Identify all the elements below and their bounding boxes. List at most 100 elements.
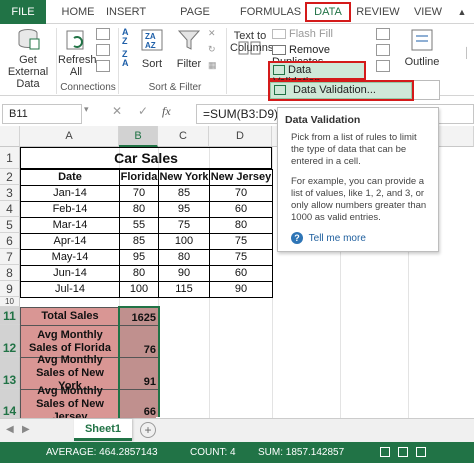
tab-file[interactable]: FILE (0, 0, 46, 24)
refresh-all-button[interactable]: Refresh All (58, 26, 97, 80)
enter-icon[interactable]: ✓ (138, 104, 148, 118)
data-validation-button[interactable]: Data Validation▾ (268, 61, 366, 88)
normal-view-icon[interactable] (380, 447, 390, 457)
tab-home[interactable]: HOME (58, 0, 98, 24)
tooltip-description: Pick from a list of rules to limit the t… (291, 132, 417, 167)
name-box[interactable]: B11 (2, 104, 82, 124)
summary-value[interactable]: 66 (119, 389, 159, 420)
text-to-columns-button[interactable]: Text to Columns (230, 26, 273, 80)
summary-label[interactable]: Total Sales (20, 307, 120, 326)
clear-filter-icon[interactable]: ✕ (208, 28, 220, 38)
table-cell[interactable]: 100 (158, 233, 210, 250)
table-cell[interactable]: 90 (158, 265, 210, 282)
row-header[interactable]: 3 (0, 185, 20, 201)
summary-value[interactable]: 91 (119, 357, 159, 390)
page-layout-view-icon[interactable] (398, 447, 408, 457)
row-header[interactable]: 1 (0, 147, 20, 169)
row-header[interactable]: 5 (0, 217, 20, 233)
page-break-view-icon[interactable] (416, 447, 426, 457)
outline-icon (411, 29, 433, 51)
row-header[interactable]: 2 (0, 169, 20, 185)
insert-function-icon[interactable]: fx (162, 104, 171, 119)
table-cell[interactable]: Jan-14 (20, 185, 120, 202)
filter-label: Filter (176, 58, 202, 70)
advanced-filter-icon[interactable]: ▦ (208, 60, 220, 70)
name-box-dropdown-icon[interactable]: ▾ (84, 104, 89, 115)
table-cell[interactable]: 85 (119, 233, 159, 250)
table-cell[interactable]: 60 (209, 265, 273, 282)
reapply-filter-icon[interactable]: ↻ (208, 44, 220, 54)
flash-fill-button[interactable]: Flash Fill (272, 28, 372, 42)
row-header[interactable]: 10 (0, 297, 20, 307)
table-cell[interactable]: 80 (119, 201, 159, 218)
table-cell[interactable]: 70 (209, 185, 273, 202)
outline-button[interactable]: Outline (400, 26, 444, 80)
table-cell[interactable]: Feb-14 (20, 201, 120, 218)
column-header-b[interactable]: B (119, 126, 158, 147)
tab-insert[interactable]: INSERT (106, 0, 146, 24)
table-cell[interactable]: Mar-14 (20, 217, 120, 234)
previous-sheet-icon[interactable]: ◀ (6, 424, 14, 435)
table-cell[interactable]: 75 (209, 233, 273, 250)
refresh-all-label: Refresh All (58, 54, 97, 78)
add-sheet-icon[interactable]: + (140, 422, 156, 438)
table-cell[interactable]: 95 (119, 249, 159, 266)
row-header[interactable]: 11 (0, 307, 20, 325)
cancel-icon[interactable]: ✕ (112, 104, 122, 118)
table-cell[interactable]: 100 (119, 281, 159, 298)
table-cell[interactable]: 90 (209, 281, 273, 298)
table-cell[interactable]: Jun-14 (20, 265, 120, 282)
tab-page-layout[interactable]: PAGE LAYOUT (158, 0, 232, 42)
summary-value[interactable]: 76 (119, 325, 159, 358)
table-cell[interactable]: 60 (209, 201, 273, 218)
filter-button[interactable]: Filter (174, 26, 204, 80)
row-header[interactable]: 9 (0, 281, 20, 297)
row-header[interactable]: 6 (0, 233, 20, 249)
table-cell[interactable]: 85 (158, 185, 210, 202)
what-if-icon[interactable] (376, 44, 390, 56)
row-header[interactable]: 4 (0, 201, 20, 217)
tab-review[interactable]: REVIEW (356, 0, 400, 24)
column-header-a[interactable]: A (20, 126, 119, 147)
table-cell[interactable]: May-14 (20, 249, 120, 266)
consolidate-icon[interactable] (376, 28, 390, 40)
refresh-icon (66, 30, 84, 50)
ribbon-overflow-icon[interactable]: ▲ (452, 0, 472, 24)
table-cell[interactable]: 80 (119, 265, 159, 282)
table-cell[interactable]: Apr-14 (20, 233, 120, 250)
table-cell[interactable]: 80 (158, 249, 210, 266)
connections-icon[interactable] (96, 28, 110, 40)
column-header-d[interactable]: D (209, 126, 272, 147)
summary-label[interactable]: Avg Monthly Sales of New Jersey (20, 385, 120, 423)
row-header[interactable]: 13 (0, 357, 20, 389)
table-cell[interactable]: Jul-14 (20, 281, 120, 298)
relationships-icon[interactable] (376, 60, 390, 72)
tab-view[interactable]: VIEW (410, 0, 446, 24)
summary-value[interactable]: 1625 (119, 307, 159, 326)
filter-icon (177, 30, 201, 50)
remove-duplicates-button[interactable]: Remove Duplicates (272, 44, 372, 68)
flash-fill-label: Flash Fill (289, 28, 334, 40)
table-cell[interactable]: 75 (158, 217, 210, 234)
row-header[interactable]: 8 (0, 265, 20, 281)
row-header[interactable]: 12 (0, 325, 20, 357)
table-cell[interactable]: 75 (209, 249, 273, 266)
get-external-data-button[interactable]: Get External Data (2, 26, 54, 90)
next-sheet-icon[interactable]: ▶ (22, 424, 30, 435)
sheet-tab-sheet1[interactable]: Sheet1 (74, 419, 132, 441)
tab-formulas[interactable]: FORMULAS (240, 0, 301, 24)
row-header[interactable]: 14 (0, 389, 20, 419)
sort-button[interactable]: ZA AZ Sort (138, 26, 166, 80)
table-cell[interactable]: 95 (158, 201, 210, 218)
table-cell[interactable]: 70 (119, 185, 159, 202)
properties-icon[interactable] (96, 44, 110, 56)
tell-me-more-link[interactable]: ? Tell me more (291, 232, 431, 245)
table-cell[interactable]: 55 (119, 217, 159, 234)
row-header[interactable]: 7 (0, 249, 20, 265)
edit-links-icon[interactable] (96, 60, 110, 72)
scroll-right-icon[interactable]: │ (464, 48, 470, 59)
table-cell[interactable]: 115 (158, 281, 210, 298)
table-cell[interactable]: 80 (209, 217, 273, 234)
select-all-corner[interactable] (0, 126, 20, 147)
column-header-c[interactable]: C (158, 126, 209, 147)
